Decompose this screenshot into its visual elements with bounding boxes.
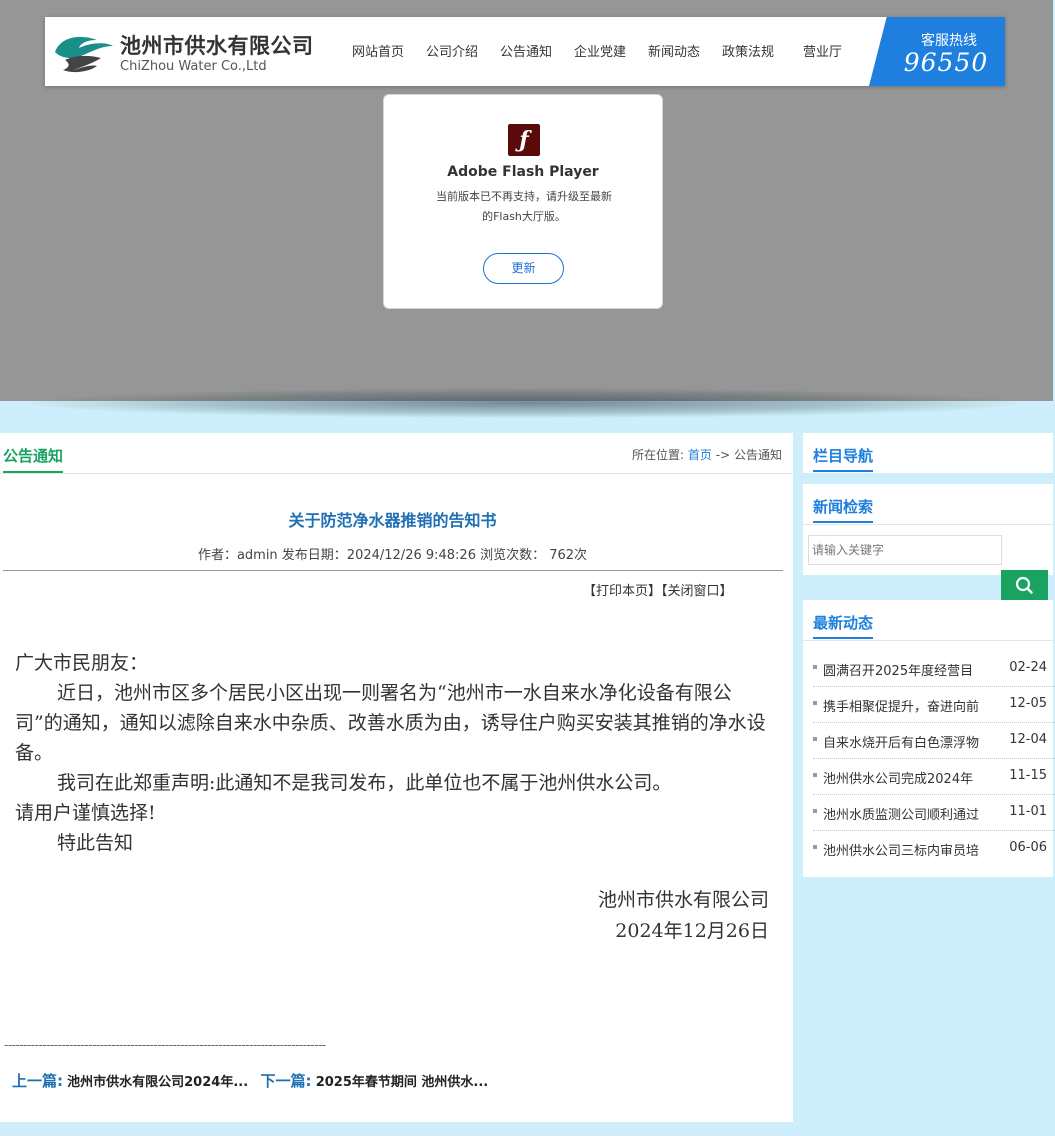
- flash-player-icon: ƒ: [508, 124, 540, 156]
- close-window-link[interactable]: 【关闭窗口】: [661, 584, 733, 599]
- breadcrumb: 所在位置: 首页 -> 公告通知: [632, 446, 782, 463]
- article-signature: 池州市供水有限公司 2024年12月26日: [598, 885, 769, 947]
- breadcrumb-separator: ->: [715, 448, 731, 462]
- bullet-icon: [813, 665, 817, 669]
- latest-news-title: 最新动态: [813, 612, 874, 639]
- nav-about[interactable]: 公司介绍: [426, 41, 478, 60]
- news-title: 携手相聚促提升，奋进向前: [823, 700, 980, 715]
- article-title: 关于防范净水器推销的告知书: [288, 511, 497, 530]
- news-item[interactable]: 携手相聚促提升，奋进向前 12-05: [813, 687, 1055, 723]
- article-paragraph-2-cont: 请用户谨慎选择!: [15, 802, 156, 824]
- nav-news[interactable]: 新闻动态: [648, 41, 700, 60]
- article-paragraph-2: 我司在此郑重声明:此通知不是我司发布，此单位也不属于池州供水公司。: [57, 772, 672, 794]
- site-header: 池州市供水有限公司 ChiZhou Water Co.,Ltd 网站首页 公司介…: [45, 17, 1005, 86]
- hotline-label: 客服热线: [921, 33, 977, 49]
- search-input[interactable]: [808, 535, 1002, 565]
- bullet-icon: [813, 701, 817, 705]
- nav-party[interactable]: 企业党建: [574, 41, 626, 60]
- news-title: 池州供水公司三标内审员培: [823, 844, 980, 859]
- search-button[interactable]: [1001, 570, 1048, 601]
- signature-company: 池州市供水有限公司: [597, 889, 769, 911]
- nav-notices[interactable]: 公告通知: [500, 41, 552, 60]
- news-item[interactable]: 池州供水公司完成2024年 11-15: [813, 759, 1055, 795]
- search-icon: [1015, 576, 1033, 594]
- flash-update-button[interactable]: 更新: [483, 253, 564, 284]
- print-page-link[interactable]: 【打印本页】: [583, 584, 661, 599]
- dashed-divider: ----------------------------------------…: [4, 1038, 326, 1052]
- prev-article-link[interactable]: 池州市供水有限公司2024年...: [67, 1075, 248, 1090]
- nav-policy[interactable]: 政策法规: [722, 41, 774, 60]
- sidebar-column-nav: 栏目导航: [803, 433, 1053, 473]
- news-title: 池州水质监测公司顺利通过: [823, 808, 980, 823]
- breadcrumb-current: 公告通知: [733, 448, 782, 462]
- article-greeting: 广大市民朋友：: [15, 652, 149, 674]
- section-title: 公告通知: [3, 445, 64, 473]
- hotline-number: 96550: [903, 48, 989, 77]
- bullet-icon: [813, 809, 817, 813]
- news-date: 06-06: [1009, 840, 1047, 855]
- bullet-icon: [813, 773, 817, 777]
- search-divider: [803, 524, 1053, 525]
- sidebar-latest-news: 最新动态 圆满召开2025年度经营目 02-24 携手相聚促提升，奋进向前 12…: [803, 600, 1055, 877]
- breadcrumb-label: 所在位置:: [632, 448, 685, 462]
- news-date: 12-04: [1009, 732, 1047, 747]
- news-title: 自来水烧开后有白色漂浮物: [823, 736, 980, 751]
- prev-label: 上一篇:: [12, 1072, 63, 1090]
- nav-home[interactable]: 网站首页: [352, 41, 404, 60]
- bullet-icon: [813, 845, 817, 849]
- article-panel: 公告通知 所在位置: 首页 -> 公告通知 关于防范净水器推销的告知书 作者：a…: [0, 433, 793, 1122]
- next-label: 下一篇:: [260, 1072, 312, 1090]
- sidebar-search: 新闻检索: [803, 484, 1053, 575]
- bullet-icon: [813, 737, 817, 741]
- news-item[interactable]: 池州供水公司三标内审员培 06-06: [813, 831, 1053, 867]
- flash-player-prompt: ƒ Adobe Flash Player 当前版本已不再支持，请升级至最新 的F…: [383, 94, 663, 309]
- flash-desc-line1: 当前版本已不再支持，请升级至最新: [436, 190, 612, 203]
- news-date: 02-24: [1009, 660, 1047, 675]
- search-title: 新闻检索: [813, 496, 874, 523]
- signature-date: 2024年12月26日: [615, 920, 769, 942]
- logo-chinese-name: 池州市供水有限公司: [120, 34, 314, 58]
- prev-next-nav: 上一篇: 池州市供水有限公司2024年... 下一篇: 2025年春节期间 池州…: [12, 1070, 488, 1091]
- banner-shadow: [30, 388, 1023, 418]
- news-title: 圆满召开2025年度经营目: [823, 664, 974, 679]
- column-nav-title: 栏目导航: [813, 445, 874, 472]
- breadcrumb-home-link[interactable]: 首页: [688, 448, 712, 462]
- article-tools: 【打印本页】【关闭窗口】: [583, 580, 733, 599]
- company-logo-icon: [55, 36, 113, 73]
- news-date: 12-05: [1009, 696, 1047, 711]
- news-item[interactable]: 自来水烧开后有白色漂浮物 12-04: [813, 723, 1055, 759]
- article-paragraph-3: 特此告知: [57, 832, 134, 854]
- news-title: 池州供水公司完成2024年: [823, 772, 974, 787]
- logo-english-name: ChiZhou Water Co.,Ltd: [120, 59, 267, 74]
- news-date: 11-01: [1009, 804, 1047, 819]
- nav-service-hall[interactable]: 营业厅: [803, 41, 842, 60]
- news-date: 11-15: [1009, 768, 1047, 783]
- flash-desc-line2: 的Flash大厅版。: [482, 210, 566, 223]
- article-meta: 作者：admin 发布日期：2024/12/26 9:48:26 浏览次数： 7…: [197, 548, 588, 563]
- hotline-box: 客服热线 96550: [869, 17, 1005, 86]
- flash-description: 当前版本已不再支持，请升级至最新 的Flash大厅版。: [414, 187, 634, 227]
- latest-news-divider: [803, 640, 1053, 641]
- next-article-link[interactable]: 2025年春节期间 池州供水...: [316, 1075, 489, 1090]
- article-paragraph-1: 近日，池州市区多个居民小区出现一则署名为“池州市一水自来水净化设备有限公司”的通…: [15, 682, 766, 764]
- header-divider: [0, 473, 793, 474]
- article-body: 广大市民朋友： 近日，池州市区多个居民小区出现一则署名为“池州市一水自来水净化设…: [15, 648, 771, 858]
- article-divider: [3, 570, 783, 571]
- flash-title: Adobe Flash Player: [447, 164, 599, 180]
- news-item[interactable]: 圆满召开2025年度经营目 02-24: [813, 651, 1055, 687]
- news-item[interactable]: 池州水质监测公司顺利通过 11-01: [813, 795, 1055, 831]
